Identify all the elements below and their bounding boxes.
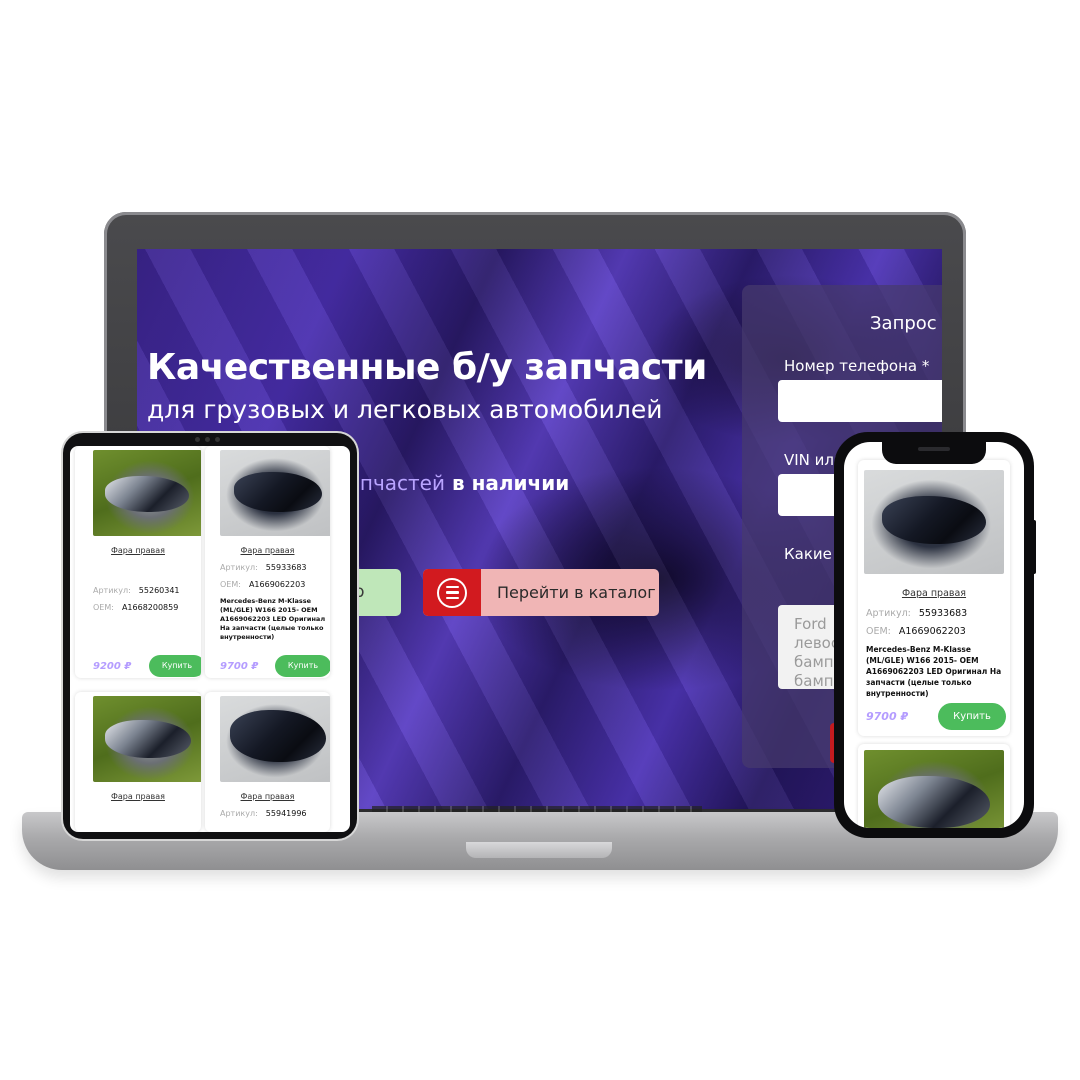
product-photo[interactable] <box>864 750 1004 828</box>
phone-notch <box>882 442 986 464</box>
product-sku: Артикул: 55933683 <box>220 563 307 572</box>
catalog-button[interactable]: Перейти в каталог <box>423 569 659 616</box>
product-photo[interactable] <box>864 470 1004 574</box>
product-card: Фара правая Артикул: 55933683 OEM: A166906… <box>858 460 1010 736</box>
product-price: 9700 ₽ <box>866 710 909 723</box>
product-description: Mercedes-Benz M-Klasse (ML/GLE) W166 201… <box>220 597 326 641</box>
product-name-link[interactable]: Фара правая <box>858 588 1010 599</box>
product-sku: Артикул: 55941996 <box>220 809 307 818</box>
phone-screen: Фара правая Артикул: 55933683 OEM: A166906… <box>844 442 1024 828</box>
menu-circle-icon <box>437 577 467 608</box>
tablet-frame: Фара правая Артикул: 55260341 OEM: A166820… <box>63 433 357 839</box>
product-card: Фара правая Артикул: 55941996 <box>205 692 330 832</box>
product-card: Фара правая <box>75 692 201 832</box>
tablet-camera <box>195 437 223 444</box>
form-title: Запрос <box>870 313 937 334</box>
product-oem: OEM: A1669062203 <box>220 580 306 589</box>
buy-button[interactable]: Купить <box>938 703 1006 730</box>
product-photo[interactable] <box>93 450 201 536</box>
product-name-link[interactable]: Фара правая <box>205 792 330 801</box>
catalog-icon-box <box>423 569 481 616</box>
product-oem: OEM: A1669062203 <box>866 626 966 637</box>
laptop-opening-notch <box>466 842 612 858</box>
product-name-link[interactable]: Фара правая <box>205 546 330 555</box>
product-photo[interactable] <box>220 450 330 536</box>
hero-stock-text: запчастей в наличии <box>337 471 569 495</box>
tablet-screen: Фара правая Артикул: 55260341 OEM: A166820… <box>70 446 350 832</box>
product-card: Фара правая Артикул: 55260341 OEM: A166820… <box>75 446 201 678</box>
phone-label: Номер телефона * <box>784 357 930 375</box>
hero-title: Качественные б/у запчасти <box>147 347 707 388</box>
product-card: Фара правая Артикул: 55933683 OEM: A166906… <box>205 446 330 678</box>
buy-button[interactable]: Купить <box>275 655 330 677</box>
catalog-button-label: Перейти в каталог <box>497 583 656 602</box>
hero-stock-rest: в наличии <box>445 471 570 495</box>
hero-subtitle: для грузовых и легковых автомобилей <box>147 395 663 424</box>
product-name-link[interactable]: Фара правая <box>75 546 201 555</box>
product-name-link[interactable]: Фара правая <box>75 792 201 801</box>
product-photo[interactable] <box>220 696 330 782</box>
phone-input[interactable] <box>778 380 942 422</box>
product-sku: Артикул: 55260341 <box>93 586 180 595</box>
product-price: 9700 ₽ <box>220 661 259 672</box>
parts-label: Какие <box>784 545 832 563</box>
product-oem: OEM: A1668200859 <box>93 603 179 612</box>
product-photo[interactable] <box>93 696 201 782</box>
phone-side-button <box>1032 520 1036 574</box>
product-description: Mercedes-Benz M-Klasse (ML/GLE) W166 201… <box>866 645 1002 698</box>
product-sku: Артикул: 55933683 <box>866 608 968 619</box>
buy-button[interactable]: Купить <box>149 655 201 677</box>
phone-frame: Фара правая Артикул: 55933683 OEM: A166906… <box>834 432 1034 838</box>
product-card <box>858 744 1010 828</box>
product-price: 9200 ₽ <box>93 661 132 672</box>
